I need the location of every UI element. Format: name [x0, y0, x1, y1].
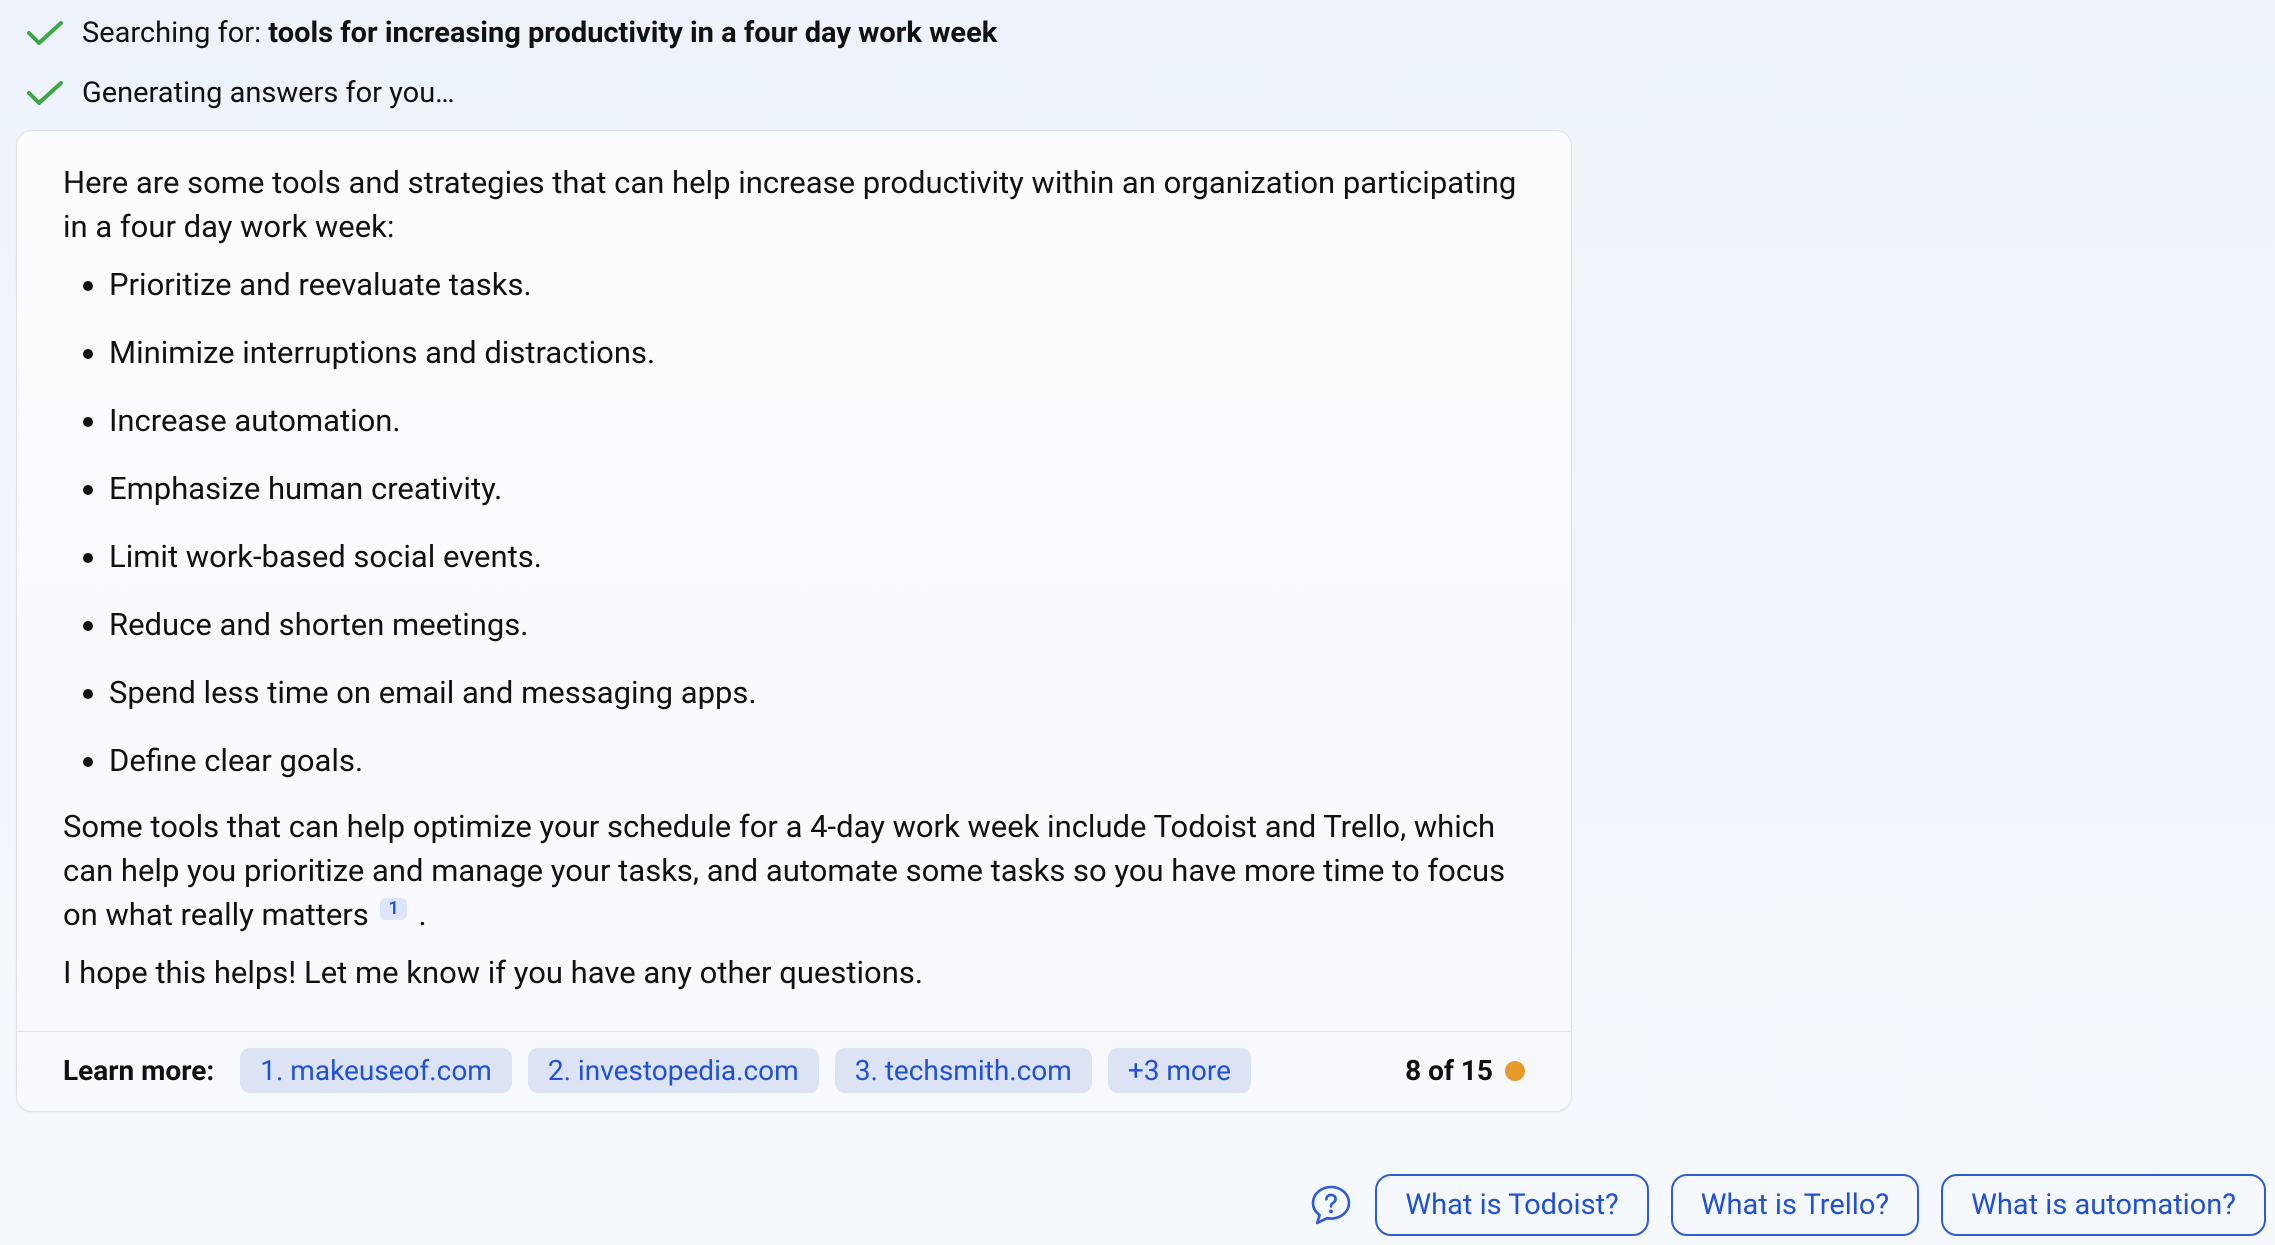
suggestion-pill[interactable]: What is automation?	[1941, 1174, 2266, 1236]
turn-counter-text: 8 of 15	[1405, 1054, 1493, 1087]
list-item: Define clear goals.	[109, 739, 1525, 783]
list-item: Emphasize human creativity.	[109, 467, 1525, 511]
answer-card: Here are some tools and strategies that …	[16, 130, 1572, 1112]
answer-para2-pre: Some tools that can help optimize your s…	[63, 808, 1505, 933]
source-chip[interactable]: 1. makeuseof.com	[240, 1048, 512, 1093]
status-searching-text: Searching for: tools for increasing prod…	[82, 16, 997, 50]
answer-intro: Here are some tools and strategies that …	[63, 161, 1525, 249]
suggestions-row: What is Todoist? What is Trello? What is…	[16, 1174, 2266, 1236]
list-item: Prioritize and reevaluate tasks.	[109, 263, 1525, 307]
source-chip[interactable]: 3. techsmith.com	[835, 1048, 1092, 1093]
checkmark-icon	[26, 80, 64, 106]
answer-footer: Learn more: 1. makeuseof.com 2. investop…	[17, 1031, 1571, 1111]
list-item: Reduce and shorten meetings.	[109, 603, 1525, 647]
status-searching: Searching for: tools for increasing prod…	[16, 10, 2259, 56]
help-chat-icon[interactable]	[1309, 1183, 1353, 1227]
checkmark-icon	[26, 20, 64, 46]
counter-dot-icon	[1505, 1061, 1525, 1081]
turn-counter: 8 of 15	[1405, 1054, 1525, 1087]
more-sources-chip[interactable]: +3 more	[1108, 1048, 1251, 1093]
list-item: Minimize interruptions and distractions.	[109, 331, 1525, 375]
source-chip[interactable]: 2. investopedia.com	[528, 1048, 819, 1093]
answer-para2-post: .	[418, 896, 426, 933]
answer-paragraph-tools: Some tools that can help optimize your s…	[63, 805, 1525, 937]
citation-1[interactable]: 1	[380, 898, 406, 920]
status-generating: Generating answers for you…	[16, 70, 2259, 116]
suggestion-pill[interactable]: What is Trello?	[1671, 1174, 1919, 1236]
suggestion-pill[interactable]: What is Todoist?	[1375, 1174, 1648, 1236]
status-searching-prefix: Searching for:	[82, 16, 268, 50]
list-item: Spend less time on email and messaging a…	[109, 671, 1525, 715]
list-item: Limit work-based social events.	[109, 535, 1525, 579]
status-generating-text: Generating answers for you…	[82, 76, 455, 110]
learnmore-label: Learn more:	[63, 1054, 214, 1087]
list-item: Increase automation.	[109, 399, 1525, 443]
answer-body: Here are some tools and strategies that …	[17, 131, 1571, 1031]
answer-closing: I hope this helps! Let me know if you ha…	[63, 951, 1525, 995]
status-searching-query: tools for increasing productivity in a f…	[268, 16, 997, 50]
answer-bullet-list: Prioritize and reevaluate tasks. Minimiz…	[63, 263, 1525, 783]
